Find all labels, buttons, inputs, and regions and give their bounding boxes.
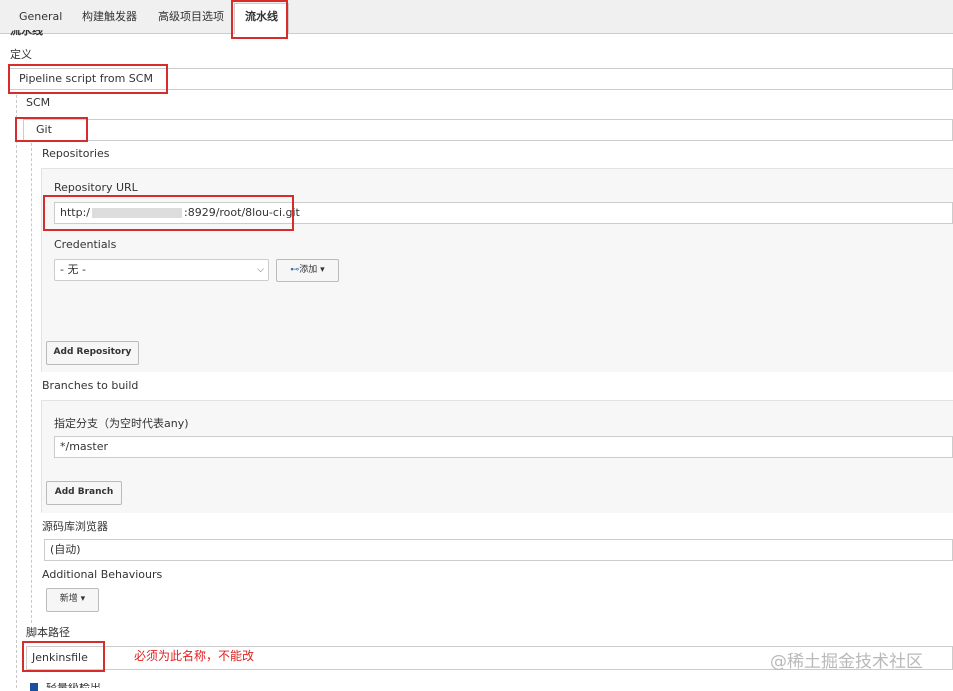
repository-url-input[interactable]: http:/ :8929/root/8lou-ci.git xyxy=(54,202,953,224)
tab-advanced-options[interactable]: 高级项目选项 xyxy=(148,4,234,30)
repository-browser-label: 源码库浏览器 xyxy=(42,520,108,533)
script-path-label: 脚本路径 xyxy=(26,626,70,639)
scm-select[interactable]: Git xyxy=(23,119,953,141)
scm-value: Git xyxy=(36,123,52,136)
definition-label: 定义 xyxy=(10,48,32,61)
additional-behaviours-label: Additional Behaviours xyxy=(42,568,163,581)
repository-browser-value: (自动) xyxy=(50,543,81,556)
branch-specifier-input[interactable]: */master xyxy=(54,436,953,458)
add-branch-button[interactable]: Add Branch xyxy=(46,481,122,505)
redacted-host xyxy=(92,208,182,218)
credentials-label: Credentials xyxy=(54,238,117,251)
add-credentials-label: 添加 xyxy=(299,265,318,275)
annotation-note: 必须为此名称，不能改 xyxy=(134,649,255,663)
indent-guide xyxy=(16,95,17,688)
add-credentials-button[interactable]: ⊷添加 ▾ xyxy=(276,259,339,282)
repository-url-prefix: http:/ xyxy=(60,206,90,219)
tab-bar: General 构建触发器 高级项目选项 流水线 xyxy=(0,0,953,34)
key-icon: ⊷ xyxy=(290,265,300,275)
tab-build-triggers[interactable]: 构建触发器 xyxy=(72,4,147,30)
repository-url-label: Repository URL xyxy=(54,181,138,194)
caret-down-icon: ▾ xyxy=(317,265,325,275)
watermark: @稀土掘金技术社区 xyxy=(770,652,923,672)
branch-specifier-label: 指定分支（为空时代表any) xyxy=(54,417,189,430)
scm-label: SCM xyxy=(26,96,51,109)
indent-guide-git xyxy=(31,143,32,623)
section-title: 流水线 xyxy=(10,30,43,36)
branches-label: Branches to build xyxy=(42,379,139,392)
add-behaviour-button[interactable]: 新增 ▾ xyxy=(46,588,99,612)
repository-url-suffix: :8929/root/8lou-ci.git xyxy=(184,206,300,219)
caret-down-icon: ▾ xyxy=(77,594,86,604)
lightweight-checkout-label: 轻量级检出 xyxy=(46,683,101,688)
lightweight-checkout-checkbox[interactable] xyxy=(30,683,38,691)
branch-specifier-value: */master xyxy=(60,440,108,453)
definition-select[interactable]: Pipeline script from SCM xyxy=(8,68,953,90)
chevron-down-icon: ⌵ xyxy=(257,265,264,275)
add-behaviour-label: 新增 xyxy=(59,594,78,604)
add-repository-button[interactable]: Add Repository xyxy=(46,341,139,365)
definition-value: Pipeline script from SCM xyxy=(19,72,153,85)
repositories-label: Repositories xyxy=(42,147,110,160)
script-path-value: Jenkinsfile xyxy=(32,651,88,664)
repository-browser-select[interactable]: (自动) xyxy=(44,539,953,561)
tab-pipeline[interactable]: 流水线 xyxy=(234,3,289,34)
credentials-value: - 无 - xyxy=(60,263,86,276)
credentials-select[interactable]: - 无 - ⌵ xyxy=(54,259,269,281)
tab-general[interactable]: General xyxy=(9,4,72,30)
